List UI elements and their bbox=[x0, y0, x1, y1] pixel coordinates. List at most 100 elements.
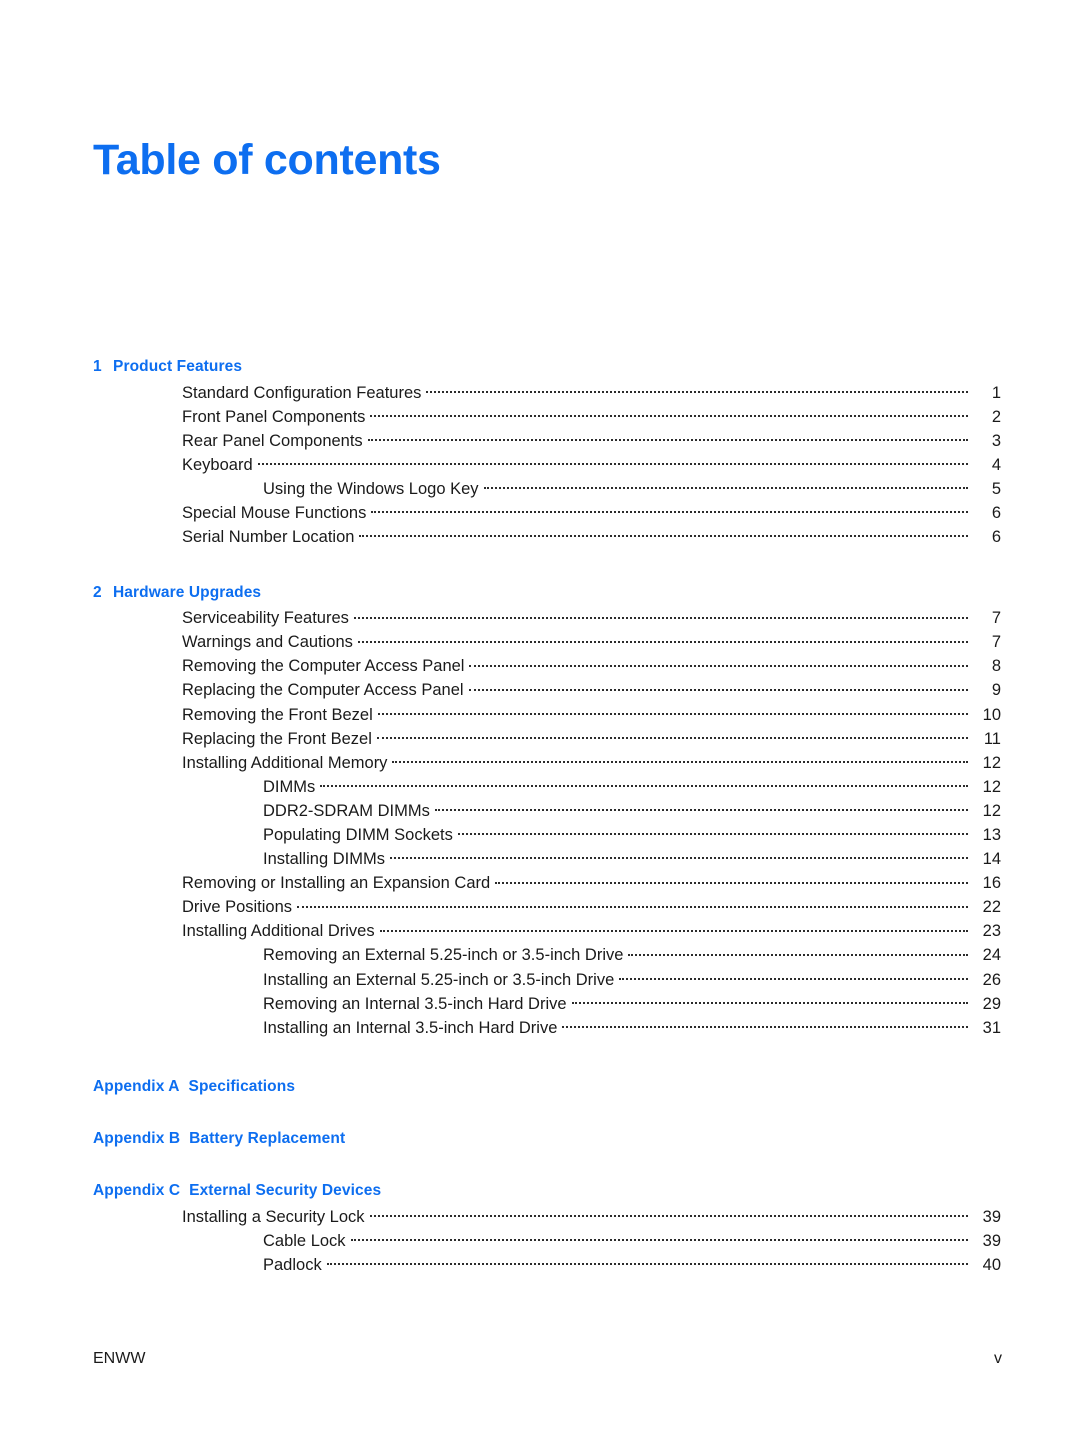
toc-entry-label: Warnings and Cautions bbox=[182, 633, 353, 652]
toc-entry-page-number: 13 bbox=[982, 826, 1001, 844]
toc-entry-label: Serviceability Features bbox=[182, 609, 349, 628]
toc-entry-page-number: 6 bbox=[991, 503, 1001, 522]
toc-entry-page-number: 40 bbox=[982, 1256, 1001, 1275]
toc-entry[interactable]: Removing an External 5.25-inch or 3.5-in… bbox=[93, 944, 1001, 968]
toc-entry[interactable]: Warnings and Cautions 7 bbox=[93, 631, 1001, 655]
toc-entry-page-number: 39 bbox=[982, 1231, 1001, 1250]
toc-entry-page-number: 24 bbox=[982, 946, 1001, 965]
toc-entry-label: DIMMs bbox=[263, 777, 316, 796]
toc-entry-label: Removing an Internal 3.5-inch Hard Drive bbox=[263, 994, 567, 1013]
appendix-block: Appendix C External Security Devices Insta… bbox=[93, 1182, 1001, 1277]
toc-entry-label: Removing or Installing an Expansion Card bbox=[182, 874, 491, 893]
appendix-heading[interactable]: Appendix B Battery Replacement bbox=[93, 1130, 1001, 1148]
toc-entry[interactable]: Front Panel Components 2 bbox=[93, 405, 1001, 429]
appendix-block: Appendix B Battery Replacement bbox=[93, 1130, 1001, 1148]
toc-entry-label: Replacing the Front Bezel bbox=[182, 729, 372, 748]
toc-entry[interactable]: Installing DIMMs 14 bbox=[93, 848, 1001, 872]
toc-entry-label: Installing Additional Drives bbox=[182, 922, 375, 941]
toc-entry-label: Installing a Security Lock bbox=[182, 1207, 365, 1226]
dot-leader bbox=[468, 679, 968, 696]
toc-entry[interactable]: Drive Positions 22 bbox=[93, 896, 1001, 920]
toc-entry-label: Populating DIMM Sockets bbox=[263, 826, 453, 844]
chapter-number: 1 bbox=[93, 358, 102, 375]
toc-entry-page-number: 23 bbox=[982, 922, 1001, 941]
toc-entry[interactable]: Replacing the Front Bezel 11 bbox=[93, 727, 1001, 751]
toc-entry-label: Front Panel Components bbox=[182, 407, 366, 426]
toc-entry[interactable]: Installing Additional Drives 23 bbox=[93, 920, 1001, 944]
toc-entry-label: Installing DIMMs bbox=[263, 850, 385, 869]
appendix-title: Specifications bbox=[188, 1078, 296, 1096]
dot-leader bbox=[370, 405, 968, 422]
toc-entry-page-number: 14 bbox=[982, 850, 1001, 869]
dot-leader bbox=[619, 968, 968, 985]
appendix-heading[interactable]: Appendix A Specifications bbox=[93, 1078, 1001, 1096]
toc-entry[interactable]: Rear Panel Components 3 bbox=[93, 429, 1001, 453]
dot-leader bbox=[377, 703, 968, 720]
toc-entry[interactable]: Removing or Installing an Expansion Card… bbox=[93, 872, 1001, 896]
toc-entry[interactable]: Populating DIMM Sockets 13 bbox=[93, 824, 1001, 848]
dot-leader bbox=[434, 799, 968, 816]
toc-entry[interactable]: Serial Number Location 6 bbox=[93, 526, 1001, 550]
dot-leader bbox=[562, 1016, 968, 1033]
dot-leader bbox=[457, 824, 968, 841]
toc-entry[interactable]: Keyboard 4 bbox=[93, 453, 1001, 477]
toc-entry-page-number: 7 bbox=[991, 609, 1001, 628]
toc-entry[interactable]: Removing an Internal 3.5-inch Hard Drive… bbox=[93, 992, 1001, 1016]
toc-entry[interactable]: Replacing the Computer Access Panel 9 bbox=[93, 679, 1001, 703]
dot-leader bbox=[257, 453, 968, 470]
toc-entry-page-number: 29 bbox=[982, 994, 1001, 1013]
toc-entry-label: Installing an Internal 3.5-inch Hard Dri… bbox=[263, 1018, 558, 1037]
toc-entry-label: DDR2-SDRAM DIMMs bbox=[263, 801, 430, 820]
appendix-heading[interactable]: Appendix C External Security Devices bbox=[93, 1182, 1001, 1200]
toc-entry[interactable]: Removing the Computer Access Panel 8 bbox=[93, 655, 1001, 679]
toc-entry-page-number: 26 bbox=[982, 970, 1001, 989]
toc-entry-page-number: 5 bbox=[991, 479, 1001, 498]
toc-entry-label: Keyboard bbox=[182, 455, 253, 474]
chapter-title: Hardware Upgrades bbox=[113, 583, 262, 601]
dot-leader bbox=[392, 751, 968, 768]
toc-entry-page-number: 16 bbox=[982, 874, 1001, 893]
toc-page: Table of contents 1 Product Features Stand… bbox=[0, 0, 1080, 1437]
toc-entry[interactable]: Installing a Security Lock 39 bbox=[93, 1205, 1001, 1229]
chapter-heading[interactable]: 1 Product Features bbox=[93, 358, 1001, 376]
toc-entry[interactable]: Cable Lock 39 bbox=[93, 1229, 1001, 1253]
toc-entry-page-number: 12 bbox=[982, 777, 1001, 796]
dot-leader bbox=[357, 631, 968, 648]
toc-entry[interactable]: Using the Windows Logo Key 5 bbox=[93, 477, 1001, 501]
chapter-heading[interactable]: 2 Hardware Upgrades bbox=[93, 584, 1001, 602]
dot-leader bbox=[495, 872, 968, 889]
toc-entry-page-number: 9 bbox=[991, 681, 1001, 700]
toc-entry[interactable]: Removing the Front Bezel 10 bbox=[93, 703, 1001, 727]
dot-leader bbox=[389, 848, 968, 865]
toc-entry[interactable]: DDR2-SDRAM DIMMs 12 bbox=[93, 799, 1001, 823]
toc-entry[interactable]: Installing Additional Memory 12 bbox=[93, 751, 1001, 775]
toc-entry-page-number: 2 bbox=[991, 407, 1001, 426]
toc-entry-page-number: 7 bbox=[991, 633, 1001, 652]
toc-entry-label: Removing the Computer Access Panel bbox=[182, 657, 465, 676]
toc-entry-label: Rear Panel Components bbox=[182, 431, 363, 450]
toc-entry[interactable]: Installing an Internal 3.5-inch Hard Dri… bbox=[93, 1016, 1001, 1040]
toc-entry[interactable]: Special Mouse Functions 6 bbox=[93, 501, 1001, 525]
toc-entry[interactable]: DIMMs 12 bbox=[93, 775, 1001, 799]
page-title: Table of contents bbox=[93, 135, 441, 184]
toc-entry-page-number: 6 bbox=[991, 528, 1001, 547]
footer-page-number: v bbox=[994, 1350, 1002, 1367]
toc-entry[interactable]: Serviceability Features 7 bbox=[93, 607, 1001, 631]
dot-leader bbox=[350, 1229, 968, 1246]
toc-entry[interactable]: Padlock 40 bbox=[93, 1254, 1001, 1278]
toc-entry-label: Special Mouse Functions bbox=[182, 503, 367, 522]
toc-entry[interactable]: Standard Configuration Features 1 bbox=[93, 381, 1001, 405]
toc-entry-page-number: 31 bbox=[982, 1018, 1001, 1037]
dot-leader bbox=[367, 429, 968, 446]
appendix-label: Appendix A bbox=[93, 1078, 180, 1096]
toc-entry[interactable]: Installing an External 5.25-inch or 3.5-… bbox=[93, 968, 1001, 992]
dot-leader bbox=[571, 992, 968, 1009]
appendix-label: Appendix C bbox=[93, 1182, 181, 1200]
toc-entry-label: Replacing the Computer Access Panel bbox=[182, 681, 464, 700]
toc-entry-page-number: 12 bbox=[982, 801, 1001, 820]
appendix-title: Battery Replacement bbox=[189, 1130, 346, 1148]
dot-leader bbox=[297, 896, 968, 913]
toc-entry-page-number: 8 bbox=[991, 657, 1001, 676]
toc-entry-page-number: 1 bbox=[991, 383, 1001, 402]
toc-entry-page-number: 4 bbox=[991, 455, 1001, 474]
